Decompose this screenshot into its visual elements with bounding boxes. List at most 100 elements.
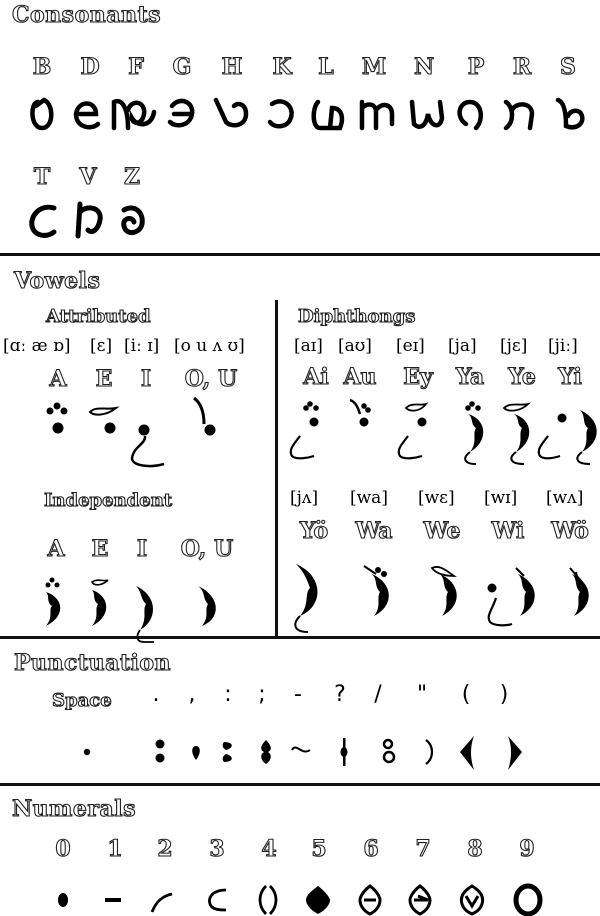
numeral-glyph-6: [358, 884, 382, 916]
punct-label-6: ?: [334, 682, 346, 707]
attributed-ipa-a: [ɑː æ ɒ]: [3, 336, 71, 356]
independent-glyph-i: [136, 586, 154, 643]
attributed-glyphs: [46, 396, 216, 468]
attributed-ipa-i: [iː ɪ]: [124, 336, 160, 356]
diphthong-letter-au: Au: [343, 363, 377, 390]
glyph-b: [30, 97, 54, 131]
section-divider: [0, 783, 600, 786]
punct-label-8: ": [416, 682, 428, 707]
diphthong-glyph-yo: [294, 564, 318, 633]
diphthong-ipa-ey: [eɪ]: [396, 336, 425, 356]
diphthong-ipa-row2-4: [wʌ]: [546, 488, 584, 508]
punct-glyph-period: [155, 739, 165, 763]
numeral-glyph-5: [306, 886, 330, 914]
diphthong-letter-row2-4: Wö: [551, 517, 590, 544]
consonant-letter-h: H: [221, 53, 243, 80]
numeral-glyph-8: [459, 884, 485, 916]
consonant-letter-b: B: [32, 53, 52, 80]
glyph-k: [267, 99, 294, 129]
consonant-letter-l: L: [318, 53, 335, 80]
consonant-letter-d: D: [80, 53, 100, 80]
attributed-letter-ou: O, U: [184, 365, 238, 392]
numeral-label-8: 8: [467, 835, 483, 862]
numeral-glyph-3: [208, 888, 227, 912]
diphthong-letter-row2-0: Yö: [299, 517, 329, 544]
section-divider: [0, 253, 600, 256]
glyph-v: [75, 201, 103, 239]
diphthong-letter-row2-2: We: [423, 517, 461, 544]
attributed-letter-a: A: [49, 365, 67, 392]
glyph-f: [111, 98, 157, 131]
consonants-heading: Consonants: [11, 1, 162, 28]
numeral-label-7: 7: [415, 835, 431, 862]
punct-glyph-space: [83, 748, 91, 756]
glyph-m: [359, 99, 395, 131]
attributed-letter-i: I: [140, 365, 152, 392]
numeral-glyphs: [58, 883, 543, 916]
glyph-s: [555, 97, 585, 130]
diphthong-glyph-ai: [289, 401, 319, 460]
punct-label-10: ): [499, 682, 509, 707]
numeral-label-5: 5: [311, 835, 327, 862]
glyph-h: [213, 97, 249, 128]
numerals-heading: Numerals: [11, 795, 136, 822]
punct-glyph-close-paren: [508, 736, 522, 770]
diphthong-ipa-ye: [jɛ]: [500, 336, 528, 356]
diphthong-glyph-ya: [464, 401, 484, 465]
consonant-letter-v: V: [79, 163, 97, 190]
diphthong-glyph-ey: [397, 402, 429, 460]
consonant-glyph-row-1: [30, 97, 585, 131]
consonant-letter-k: K: [272, 53, 292, 80]
punct-label-2: ,: [188, 682, 196, 707]
glyph-l: [311, 99, 345, 131]
diphthong-glyphs-row-2: [294, 564, 589, 633]
diphthong-letter-yi: Yi: [558, 363, 583, 390]
attributed-glyph-e: [88, 406, 120, 434]
diphthong-ipa-yi: [jiː]: [548, 336, 578, 356]
independent-glyphs: [45, 577, 216, 643]
diphthong-glyph-ye: [502, 402, 531, 465]
diphthong-glyph-we: [430, 566, 457, 616]
diphthong-glyph-wo: [569, 567, 589, 616]
diphthong-glyph-au: [349, 398, 371, 427]
section-divider: [0, 636, 600, 639]
consonant-letter-z: Z: [123, 163, 141, 190]
numeral-label-4: 4: [261, 835, 277, 862]
attributed-letter-e: E: [95, 365, 113, 392]
punct-label-3: :: [224, 682, 232, 707]
diphthong-glyphs-row-1: [289, 398, 597, 465]
punct-label-1: .: [152, 682, 160, 707]
consonant-letter-m: M: [361, 53, 387, 80]
consonant-glyph-row-2: [29, 201, 145, 239]
numeral-label-3: 3: [209, 835, 225, 862]
numeral-label-2: 2: [157, 835, 173, 862]
attributed-heading: Attributed: [45, 305, 151, 327]
diphthong-ipa-row2-2: [wɛ]: [418, 488, 455, 508]
punct-label-space: Space: [51, 689, 112, 711]
independent-heading: Independent: [43, 489, 173, 511]
numeral-label-6: 6: [363, 835, 379, 862]
independent-letter-e: E: [91, 535, 109, 562]
glyph-t: [29, 204, 57, 238]
independent-glyph-ou: [198, 586, 216, 626]
diphthong-glyph-wi: [487, 567, 535, 627]
glyph-n: [409, 99, 445, 129]
punct-glyph-quote: [425, 739, 434, 765]
diphthong-ipa-row2-0: [jʌ]: [290, 488, 319, 508]
consonant-letter-s: S: [559, 53, 576, 80]
punctuation-heading: Punctuation: [13, 649, 172, 676]
attributed-ipa-ou: [o u ʌ ʊ]: [174, 336, 245, 356]
diphthong-letter-row2-1: Wa: [355, 517, 393, 544]
punct-label-4: ;: [258, 682, 266, 707]
attributed-glyph-ou: [193, 396, 216, 436]
independent-glyph-a: [45, 577, 61, 626]
diphthong-ipa-au: [aʊ]: [338, 336, 372, 356]
punct-glyph-comma: [192, 746, 200, 760]
punct-label-5: -: [294, 682, 302, 707]
punct-label-9: (: [461, 682, 471, 707]
punct-glyph-hyphen: [291, 746, 311, 753]
glyph-z: [121, 205, 145, 235]
diphthong-glyph-yi: [537, 410, 597, 465]
vowel-column-divider: [275, 300, 278, 636]
punct-glyph-open-paren: [460, 736, 474, 770]
